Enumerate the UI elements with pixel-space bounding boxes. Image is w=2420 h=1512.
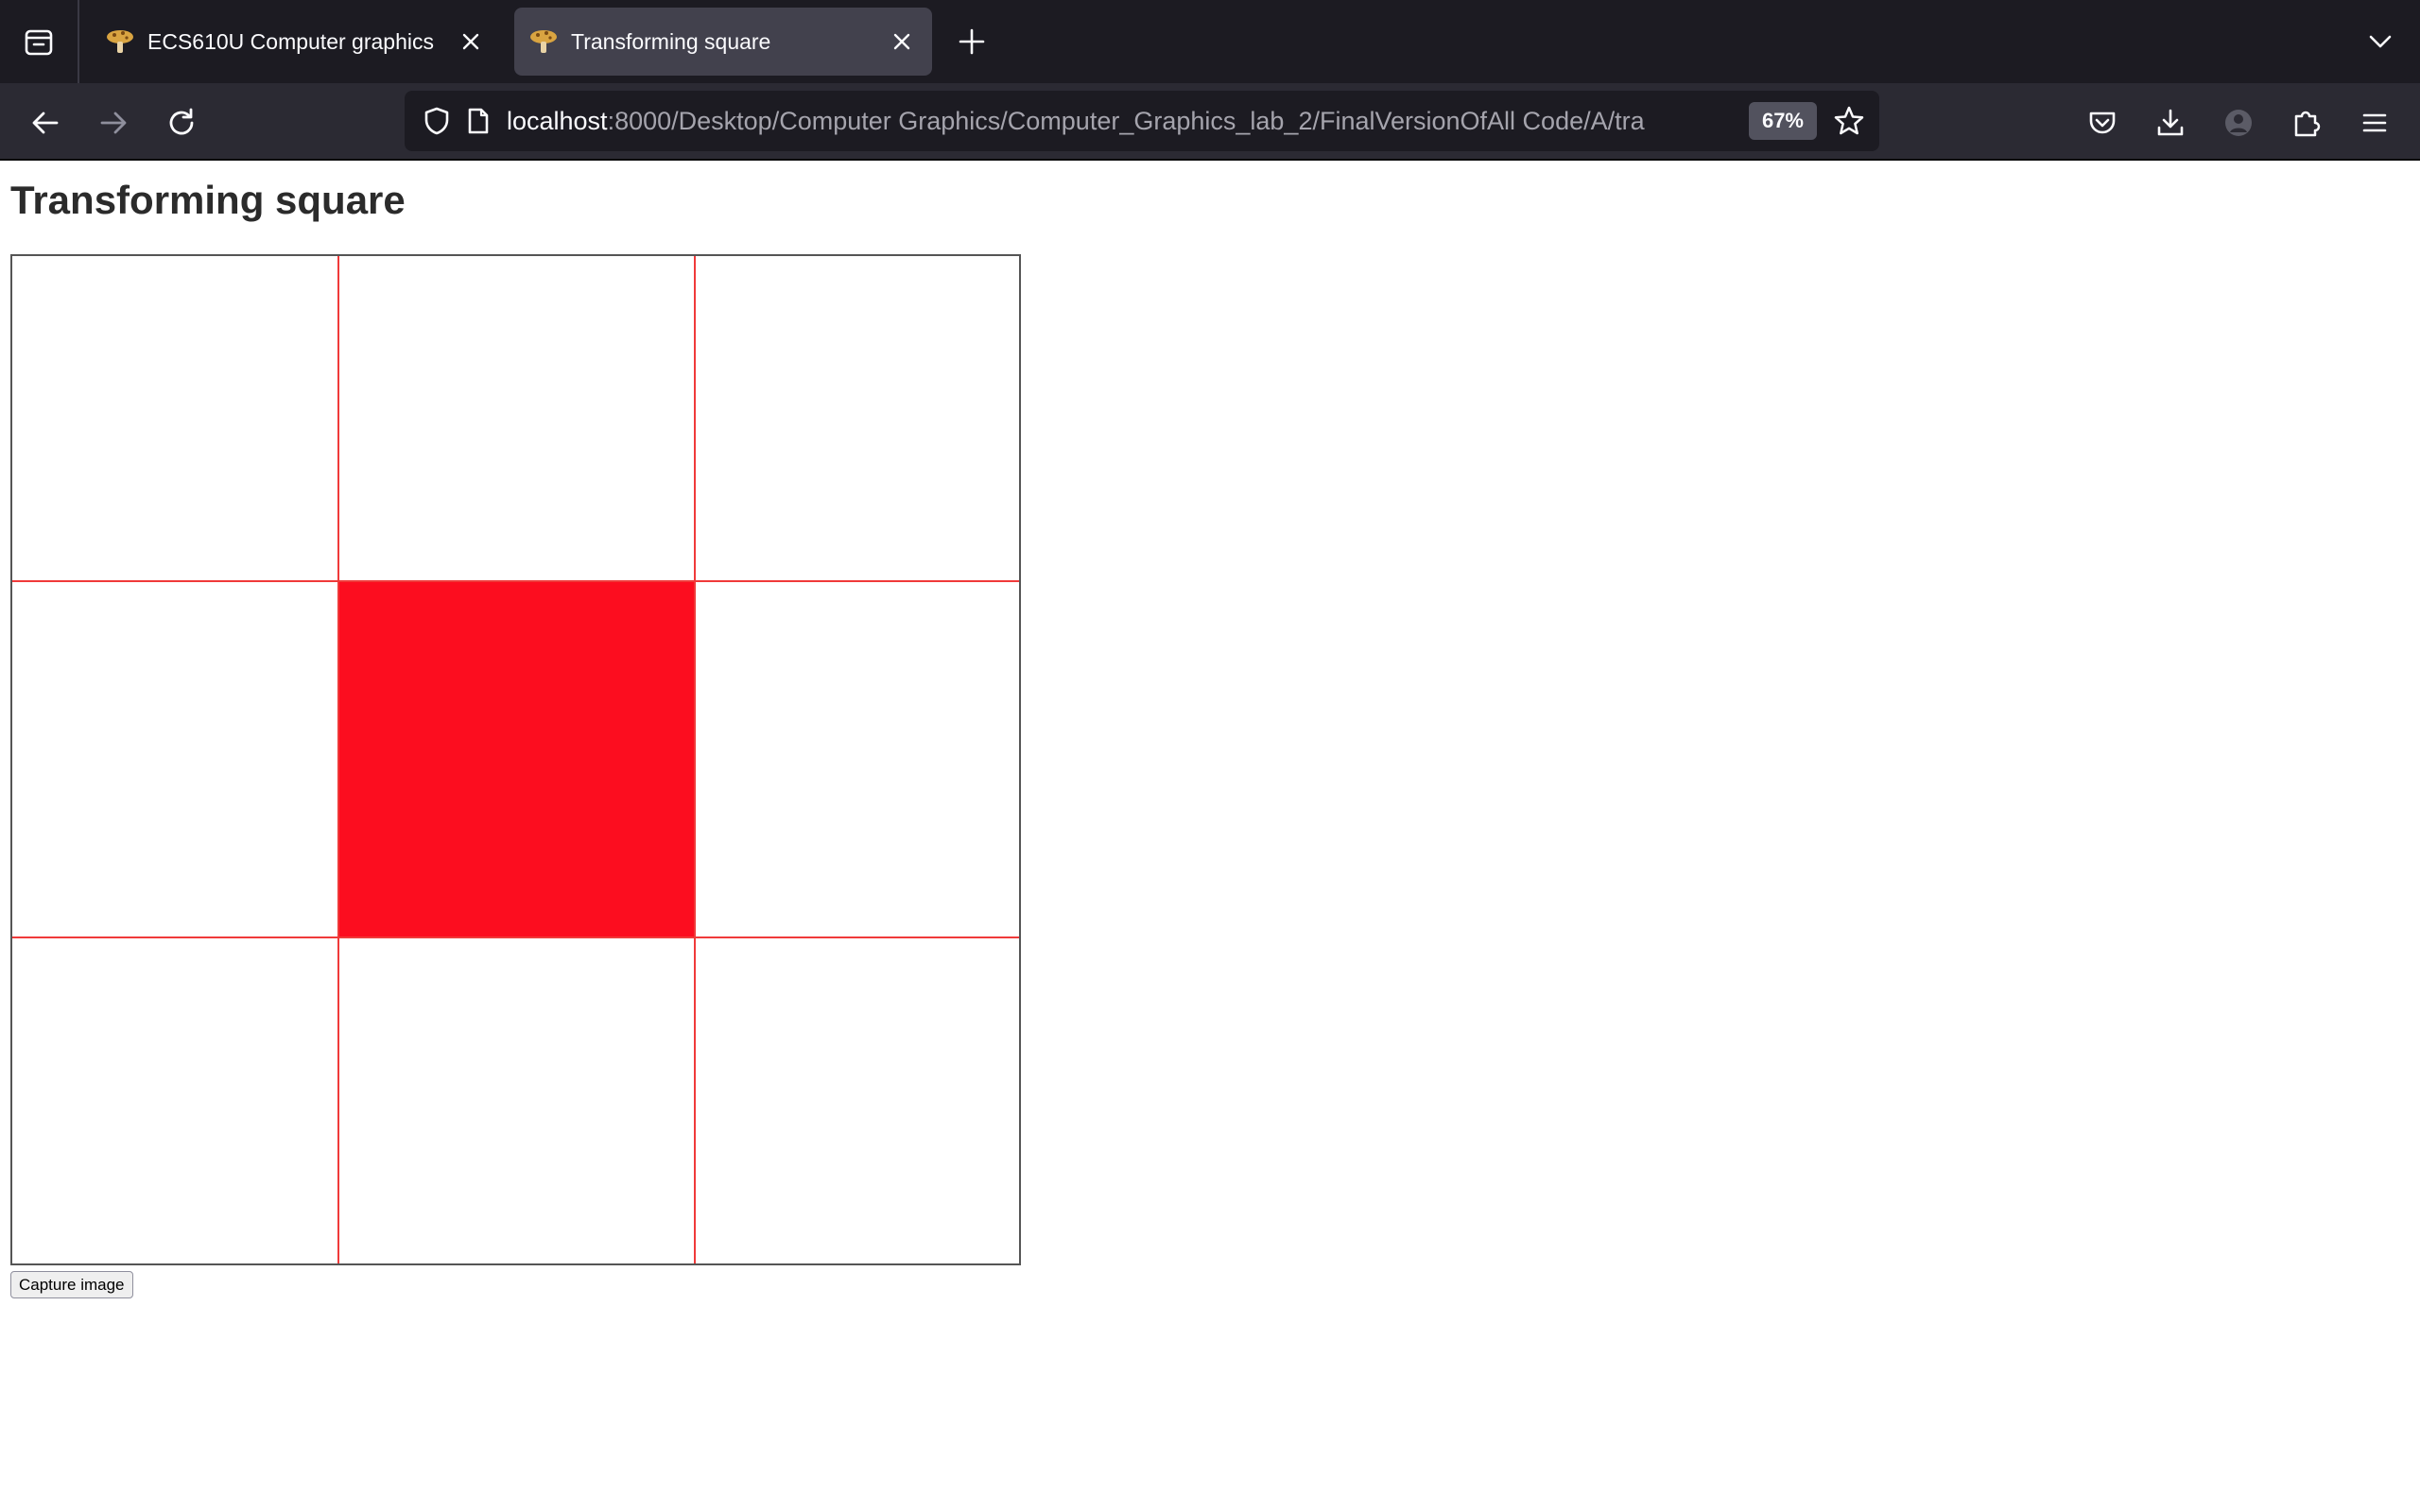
url-host: localhost (507, 106, 608, 135)
tab-overview-icon (25, 29, 53, 56)
downloads-button[interactable] (2146, 98, 2195, 147)
mushroom-favicon-icon (107, 30, 133, 53)
forward-arrow-icon (100, 112, 127, 134)
tracking-protection-button[interactable] (416, 100, 458, 142)
url-path: :8000/Desktop/Computer Graphics/Computer… (607, 106, 1645, 135)
tab-ecs610u[interactable]: ECS610U Computer graphics (91, 8, 501, 76)
account-icon (2225, 110, 2252, 136)
back-arrow-icon (32, 112, 59, 134)
tab-title: ECS610U Computer graphics (147, 28, 434, 54)
url-text[interactable]: localhost:8000/Desktop/Computer Graphics… (507, 107, 1739, 136)
pocket-icon (2089, 112, 2116, 134)
page-info-button[interactable] (458, 100, 499, 142)
tab-title: Transforming square (571, 28, 771, 54)
page-content: Transforming square Capture image (0, 161, 2420, 1512)
page-title: Transforming square (10, 178, 406, 222)
forward-button[interactable] (89, 98, 138, 147)
back-button[interactable] (21, 98, 70, 147)
reload-icon (169, 108, 194, 135)
page-icon (468, 108, 489, 134)
new-tab-button[interactable] (951, 21, 993, 62)
reload-button[interactable] (157, 98, 206, 147)
webgl-canvas[interactable] (10, 254, 1021, 1265)
tab-close-button[interactable] (452, 23, 490, 60)
tab-strip: ECS610U Computer graphics Transforming s… (0, 0, 2420, 83)
canvas-drawing (12, 256, 1019, 1263)
download-icon (2157, 109, 2184, 136)
extensions-button[interactable] (2282, 98, 2331, 147)
pocket-button[interactable] (2078, 98, 2127, 147)
tab-transforming-square[interactable]: Transforming square (514, 8, 932, 76)
address-bar[interactable]: localhost:8000/Desktop/Computer Graphics… (405, 91, 1879, 151)
extensions-puzzle-icon (2294, 111, 2321, 137)
account-button[interactable] (2214, 98, 2263, 147)
hamburger-menu-icon (2362, 113, 2387, 132)
star-icon (1834, 106, 1864, 135)
tab-close-button[interactable] (883, 23, 921, 60)
zoom-level-button[interactable]: 67% (1748, 102, 1817, 140)
capture-image-button[interactable]: Capture image (10, 1271, 133, 1298)
chevron-down-icon (2369, 35, 2392, 48)
bookmark-button[interactable] (1826, 98, 1872, 144)
red-square (338, 581, 695, 937)
tab-overview-button[interactable] (0, 0, 79, 83)
close-icon (893, 33, 910, 50)
mushroom-favicon-icon (530, 30, 557, 53)
app-menu-button[interactable] (2350, 98, 2399, 147)
shield-icon (424, 107, 449, 135)
plus-icon (959, 28, 985, 55)
navigation-toolbar: localhost:8000/Desktop/Computer Graphics… (0, 83, 2420, 161)
list-all-tabs-button[interactable] (2360, 21, 2401, 62)
close-icon (462, 33, 479, 50)
